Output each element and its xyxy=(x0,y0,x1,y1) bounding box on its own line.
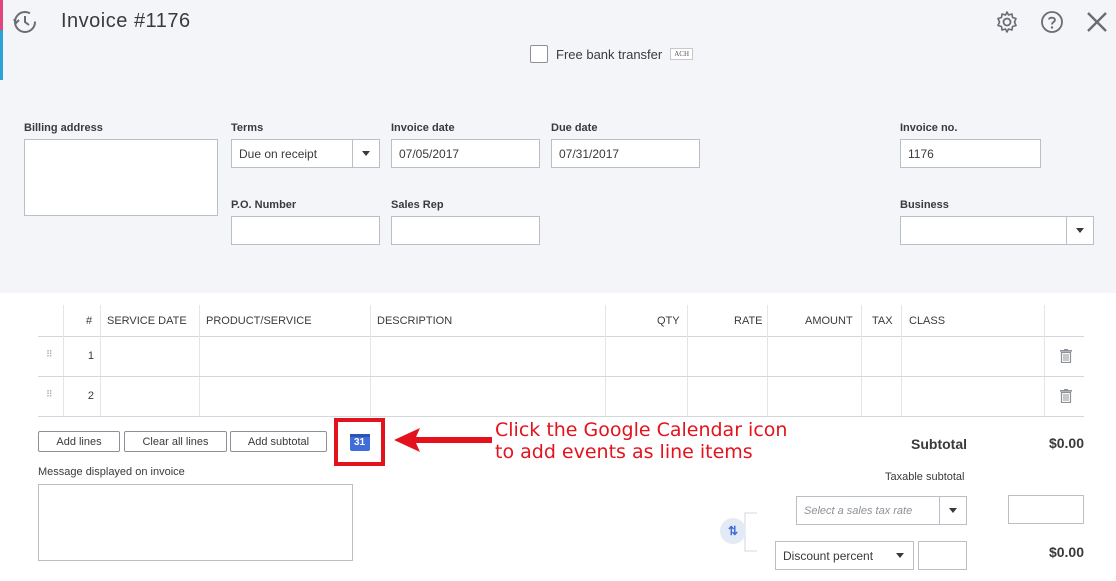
sales-rep-label: Sales Rep xyxy=(391,199,444,211)
annotation-text: Click the Google Calendar icon to add ev… xyxy=(495,419,787,463)
business-label: Business xyxy=(900,199,949,211)
gear-icon[interactable] xyxy=(995,10,1019,39)
column-header-description: DESCRIPTION xyxy=(377,315,453,327)
column-header-number: # xyxy=(86,315,93,327)
ach-badge: ACH xyxy=(670,48,693,60)
table-header: # SERVICE DATE PRODUCT/SERVICE DESCRIPTI… xyxy=(38,305,1084,337)
discount-type-select[interactable]: Discount percent xyxy=(775,541,914,570)
terms-select[interactable]: Due on receipt xyxy=(231,139,380,168)
subtotal-label: Subtotal xyxy=(911,436,967,452)
table-row[interactable]: ⠿ 2 xyxy=(38,377,1084,417)
chevron-down-icon xyxy=(1076,228,1084,233)
invoice-no-label: Invoice no. xyxy=(900,122,958,134)
recent-transactions-icon[interactable] xyxy=(12,9,38,40)
invoice-date-input[interactable]: 07/05/2017 xyxy=(391,139,540,168)
po-number-label: P.O. Number xyxy=(231,199,297,211)
business-dropdown-button[interactable] xyxy=(1066,217,1093,244)
column-header-service-date: SERVICE DATE xyxy=(107,315,187,327)
annotation-arrow-icon xyxy=(394,428,492,452)
invoice-date-value: 07/05/2017 xyxy=(399,146,460,161)
chevron-down-icon xyxy=(949,508,957,513)
column-header-amount: AMOUNT xyxy=(805,315,853,327)
trash-icon[interactable] xyxy=(1060,389,1072,408)
billing-address-label: Billing address xyxy=(24,122,103,134)
due-date-label: Due date xyxy=(551,122,598,134)
subtotal-value: $0.00 xyxy=(1048,435,1084,451)
invoice-no-input[interactable]: 1176 xyxy=(900,139,1041,168)
terms-value: Due on receipt xyxy=(239,146,318,161)
close-icon[interactable] xyxy=(1085,10,1109,39)
due-date-input[interactable]: 07/31/2017 xyxy=(551,139,700,168)
message-textarea[interactable] xyxy=(38,484,353,561)
terms-label: Terms xyxy=(231,122,264,134)
billing-address-textarea[interactable] xyxy=(24,139,218,216)
discount-amount-value: $0.00 xyxy=(1048,544,1084,560)
message-label: Message displayed on invoice xyxy=(38,466,185,478)
taxable-subtotal-label: Taxable subtotal xyxy=(885,471,965,483)
page-title: Invoice #1176 xyxy=(61,10,191,33)
free-bank-transfer-label: Free bank transfer xyxy=(556,46,663,62)
business-select[interactable] xyxy=(900,216,1094,245)
free-bank-transfer-option: Free bank transfer ACH xyxy=(530,45,693,63)
po-number-input[interactable] xyxy=(231,216,380,245)
sales-rep-input[interactable] xyxy=(391,216,540,245)
edge-strip-pink xyxy=(0,0,3,30)
column-header-qty: QTY xyxy=(657,315,680,327)
trash-icon[interactable] xyxy=(1060,349,1072,368)
column-header-product-service: PRODUCT/SERVICE xyxy=(206,315,312,327)
column-header-rate: RATE xyxy=(734,315,763,327)
add-subtotal-button[interactable]: Add subtotal xyxy=(230,431,327,452)
edge-strip-blue xyxy=(0,30,3,80)
clear-all-lines-button[interactable]: Clear all lines xyxy=(124,431,227,452)
chevron-down-icon xyxy=(895,553,904,558)
column-header-class: CLASS xyxy=(909,315,946,327)
row-number: 1 xyxy=(87,350,94,362)
sales-tax-placeholder: Select a sales tax rate xyxy=(804,504,913,517)
discount-value-input[interactable] xyxy=(918,541,967,570)
sales-tax-amount-input[interactable] xyxy=(1008,495,1084,524)
google-calendar-day: 31 xyxy=(353,436,366,448)
help-icon[interactable] xyxy=(1040,10,1064,39)
row-number: 2 xyxy=(87,390,94,402)
drag-handle-icon[interactable]: ⠿ xyxy=(46,350,53,359)
due-date-value: 07/31/2017 xyxy=(559,146,620,161)
column-header-tax: TAX xyxy=(872,315,893,327)
sales-tax-dropdown-button[interactable] xyxy=(939,497,966,524)
discount-type-dropdown-button[interactable] xyxy=(886,542,913,569)
free-bank-transfer-checkbox[interactable] xyxy=(530,45,548,63)
google-calendar-highlight: 31 xyxy=(334,418,385,466)
discount-type-value: Discount percent xyxy=(783,548,874,563)
terms-dropdown-button[interactable] xyxy=(352,140,379,167)
drag-handle-icon[interactable]: ⠿ xyxy=(46,390,53,399)
invoice-title-label: Invoice xyxy=(61,10,128,32)
chevron-down-icon xyxy=(362,151,370,156)
invoice-no-value: 1176 xyxy=(908,146,934,161)
sales-tax-select[interactable]: Select a sales tax rate xyxy=(796,496,967,525)
invoice-number-label: #1176 xyxy=(133,10,191,32)
google-calendar-icon[interactable]: 31 xyxy=(349,433,370,451)
swap-order-icon[interactable]: ⇅ xyxy=(720,518,746,544)
annotation-line-1: Click the Google Calendar icon xyxy=(495,419,788,441)
add-lines-button[interactable]: Add lines xyxy=(38,431,120,452)
annotation-line-2: to add events as line items xyxy=(495,441,753,463)
table-row[interactable]: ⠿ 1 xyxy=(38,337,1084,377)
invoice-date-label: Invoice date xyxy=(391,122,455,134)
